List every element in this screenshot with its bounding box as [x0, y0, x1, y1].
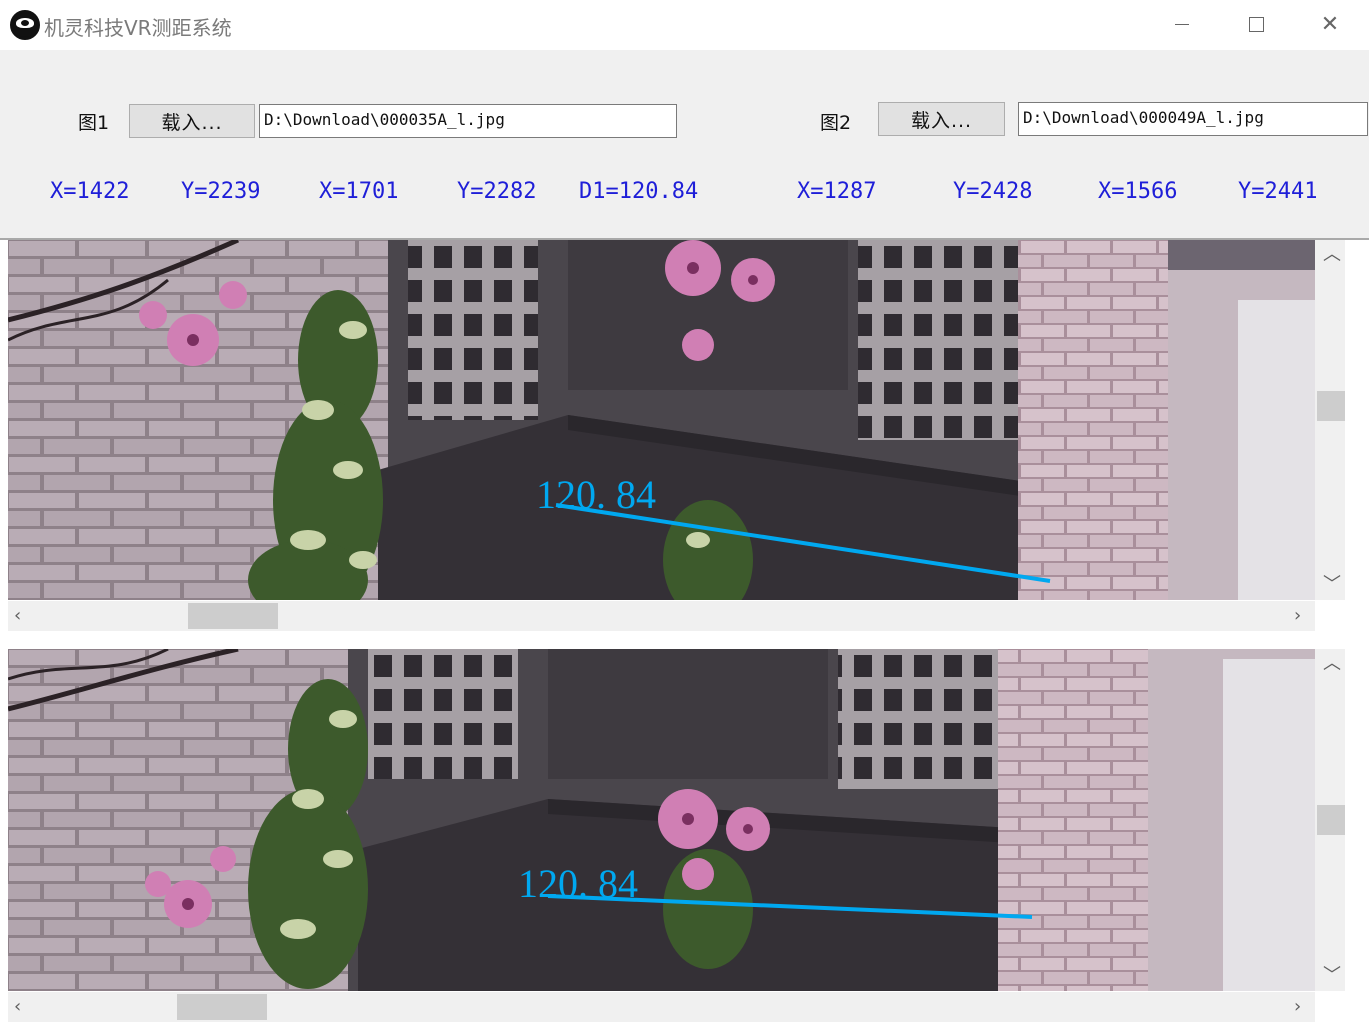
- app-logo-icon: [10, 10, 40, 40]
- image2-horizontal-scrollbar[interactable]: ‹ ›: [8, 992, 1315, 1022]
- coord-x2-image1: X=1701: [319, 179, 399, 204]
- image2-path-field[interactable]: D:\Download\000049A_l.jpg: [1018, 102, 1368, 136]
- image1-label: 图1: [78, 112, 110, 134]
- image1-view[interactable]: 120. 84: [8, 240, 1315, 600]
- scroll-left-icon[interactable]: ‹: [14, 607, 21, 625]
- scroll-left-icon[interactable]: ‹: [14, 998, 21, 1016]
- load-image1-button[interactable]: 载入...: [129, 104, 255, 138]
- image2-view[interactable]: 120. 84: [8, 649, 1315, 991]
- close-button[interactable]: ✕: [1294, 0, 1366, 48]
- scroll-right-icon[interactable]: ›: [1294, 607, 1301, 625]
- image2-horizontal-scroll-thumb[interactable]: [176, 994, 267, 1020]
- image1-horizontal-scrollbar[interactable]: ‹ ›: [8, 601, 1315, 631]
- image1-horizontal-scroll-thumb[interactable]: [188, 603, 279, 629]
- coord-y1-image2: Y=2428: [953, 179, 1033, 204]
- image1-path-field[interactable]: D:\Download\000035A_l.jpg: [259, 104, 677, 138]
- coord-x1-image1: X=1422: [50, 179, 130, 204]
- scroll-right-icon[interactable]: ›: [1294, 998, 1301, 1016]
- load-image2-button[interactable]: 载入...: [878, 102, 1005, 136]
- image1-vertical-scroll-thumb[interactable]: [1317, 391, 1345, 422]
- image1-vertical-scrollbar[interactable]: ︿ ﹀: [1315, 240, 1345, 600]
- maximize-button[interactable]: [1220, 0, 1292, 48]
- image2-photo: 120. 84: [8, 649, 1315, 991]
- coord-y2-image1: Y=2282: [457, 179, 537, 204]
- scroll-down-icon[interactable]: ﹀: [1323, 576, 1341, 594]
- minimize-icon: [1175, 23, 1189, 25]
- distance-readout: D1=120.84: [579, 179, 699, 204]
- scroll-up-icon[interactable]: ︿: [1323, 246, 1341, 264]
- image2-vertical-scrollbar[interactable]: ︿ ﹀: [1315, 649, 1345, 991]
- maximize-icon: [1248, 16, 1264, 32]
- coord-y1-image1: Y=2239: [181, 179, 261, 204]
- measurement-label: 120. 84: [536, 472, 656, 517]
- window-title: 机灵科技VR测距系统: [44, 16, 232, 40]
- control-panel: [0, 50, 1369, 240]
- image1-photo: 120. 84: [8, 240, 1315, 600]
- measurement-label: 120. 84: [518, 861, 638, 906]
- scroll-up-icon[interactable]: ︿: [1323, 655, 1341, 673]
- coord-y2-image2: Y=2441: [1238, 179, 1318, 204]
- close-icon: ✕: [1320, 11, 1340, 37]
- minimize-button[interactable]: [1146, 0, 1218, 48]
- coord-x1-image2: X=1287: [797, 179, 877, 204]
- scroll-down-icon[interactable]: ﹀: [1323, 967, 1341, 985]
- title-bar: 机灵科技VR测距系统 ✕: [0, 0, 1369, 50]
- image2-label: 图2: [820, 112, 852, 134]
- image2-vertical-scroll-thumb[interactable]: [1317, 805, 1345, 835]
- coord-x2-image2: X=1566: [1098, 179, 1178, 204]
